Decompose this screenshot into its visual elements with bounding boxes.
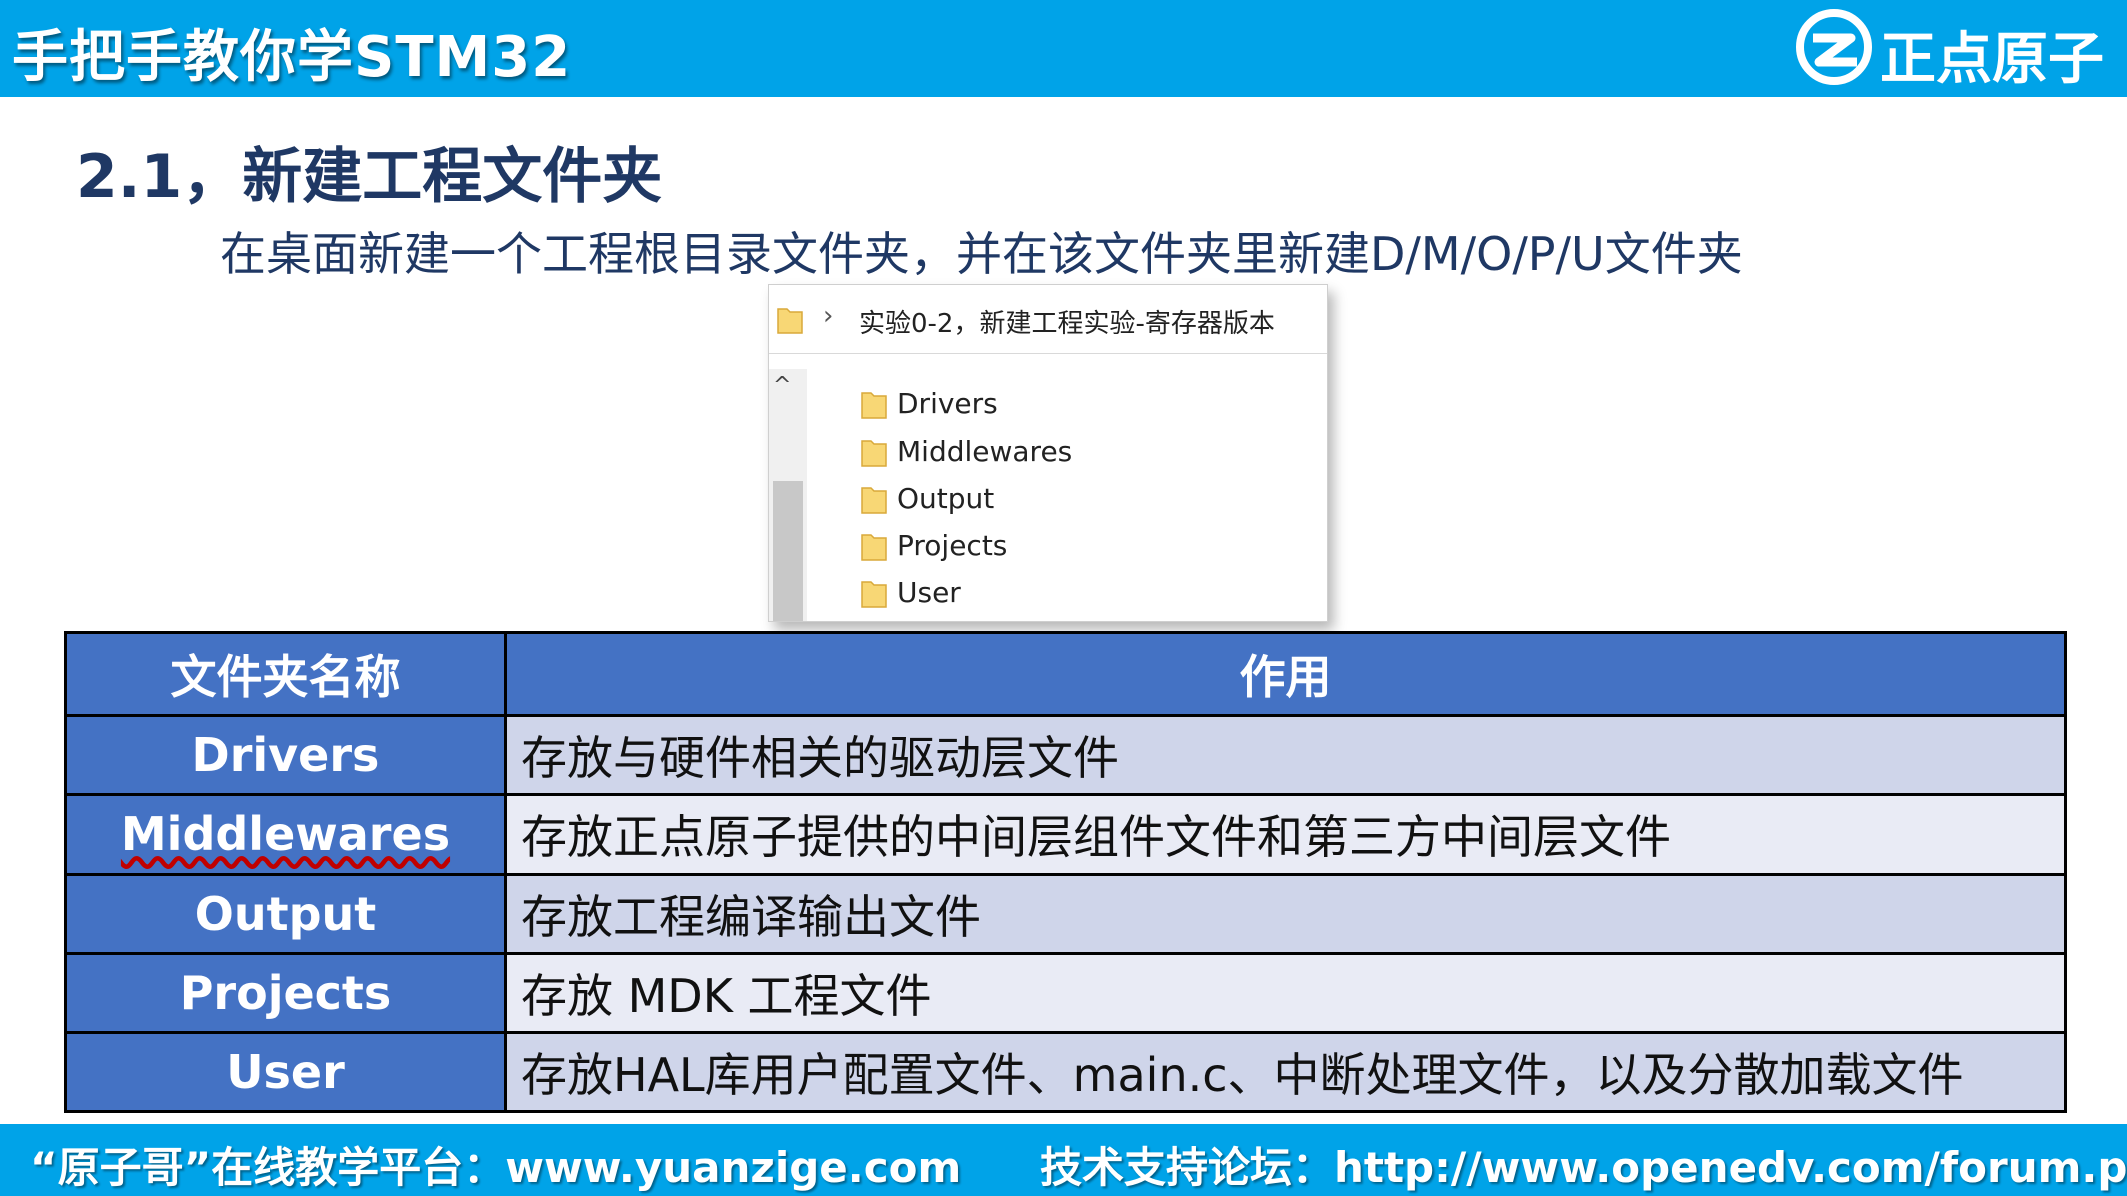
folder-purpose-cell: 存放工程编译输出文件 [504,872,2067,955]
folder-name: User [897,576,961,609]
scrollbar-thumb[interactable] [773,481,803,621]
folder-name-cell: Output [64,872,507,955]
table-row: Drivers 存放与硬件相关的驱动层文件 [64,714,2067,797]
folder-name-cell: Projects [64,951,507,1034]
folder-icon [861,581,887,608]
brand-name: 正点原子 [1880,27,2104,92]
table-row: Output 存放工程编译输出文件 [64,872,2067,955]
folder-name-cell: Middlewares [64,793,507,876]
table-header-row: 文件夹名称 作用 [64,630,2067,718]
folder-description-table: 文件夹名称 作用 Drivers 存放与硬件相关的驱动层文件 Middlewar… [64,630,2067,1114]
folder-item-output[interactable]: Output [861,480,1281,520]
folder-item-user[interactable]: User [861,574,1281,614]
folder-name: Projects [897,529,1008,562]
section-subtitle: 在桌面新建一个工程根目录文件夹，并在该文件夹里新建D/M/O/P/U文件夹 [220,227,1743,281]
folder-icon [861,487,887,514]
header-bar: 手把手教你学STM32 正点原子 [0,0,2127,97]
column-header-folder-name: 文件夹名称 [64,630,507,718]
folder-item-drivers[interactable]: Drivers [861,385,1281,425]
footer-bar: “原子哥”在线教学平台：www.yuanzige.com 技术支持论坛：http… [0,1124,2127,1196]
section-title: 2.1，新建工程文件夹 [76,142,663,212]
table-row: User 存放HAL库用户配置文件、main.c、中断处理文件，以及分散加载文件 [64,1030,2067,1114]
folder-icon [777,308,803,334]
address-bar[interactable]: › 实验0-2，新建工程实验-寄存器版本 [769,285,1327,354]
folder-name-cell: User [64,1030,507,1114]
footer-forum-link[interactable]: 技术支持论坛：http://www.openedv.com/forum.php [1040,1134,2127,1195]
address-path[interactable]: 实验0-2，新建工程实验-寄存器版本 [859,303,1275,340]
folder-purpose-cell: 存放 MDK 工程文件 [504,951,2067,1034]
chevron-right-icon[interactable]: › [823,301,833,331]
folder-purpose-cell: 存放正点原子提供的中间层组件文件和第三方中间层文件 [504,793,2067,876]
folder-name: Middlewares [897,435,1073,468]
folder-item-middlewares[interactable]: Middlewares [861,433,1281,473]
zdyz-logo-icon [1796,9,1872,85]
folder-name-cell: Drivers [64,714,507,797]
course-title: 手把手教你学STM32 [12,25,572,90]
column-header-purpose: 作用 [504,630,2067,718]
folder-name: Output [897,482,995,515]
scroll-up-icon[interactable]: ^ [773,373,791,398]
table-row: Projects 存放 MDK 工程文件 [64,951,2067,1034]
file-explorer-window: › 实验0-2，新建工程实验-寄存器版本 ^ Drivers Middlewar… [768,284,1328,622]
folder-icon [861,440,887,467]
folder-purpose-cell: 存放与硬件相关的驱动层文件 [504,714,2067,797]
folder-item-projects[interactable]: Projects [861,527,1281,567]
folder-name: Drivers [897,387,998,420]
folder-purpose-cell: 存放HAL库用户配置文件、main.c、中断处理文件，以及分散加载文件 [504,1030,2067,1114]
footer-platform-link[interactable]: “原子哥”在线教学平台：www.yuanzige.com [30,1134,961,1195]
folder-icon [861,534,887,561]
table-row: Middlewares 存放正点原子提供的中间层组件文件和第三方中间层文件 [64,793,2067,876]
spellcheck-word: Middlewares [120,807,451,862]
folder-icon [861,392,887,419]
